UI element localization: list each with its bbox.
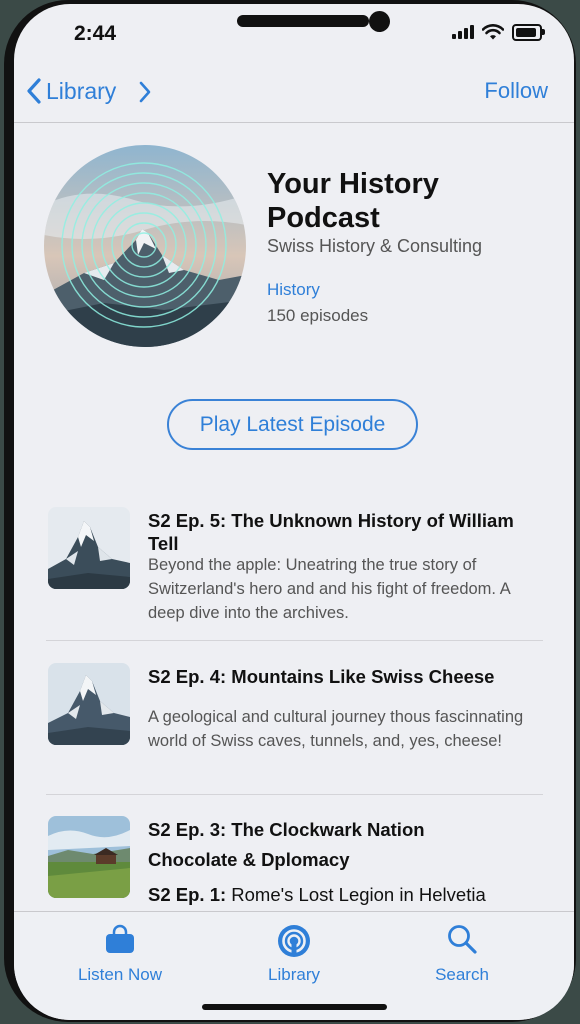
episode-title: S2 Ep. 3: The Clockwark Nation — [148, 819, 425, 840]
tab-label: Library — [268, 965, 320, 984]
home-indicator — [202, 1004, 387, 1010]
status-time: 2:44 — [74, 22, 117, 45]
episode-title: S2 Ep. 5: The Unknown History of William… — [148, 510, 514, 554]
status-bar: 2:44 — [14, 4, 574, 60]
episode-row[interactable]: S2 Ep. 3: The Clockwark Nation Chocolate… — [48, 816, 544, 911]
dynamic-island — [237, 15, 369, 27]
navigation-bar: Library Follow — [14, 60, 574, 123]
episode-title-partial: Chocolate & Dplomacy — [148, 849, 350, 870]
episode-thumbnail — [48, 507, 130, 589]
podcast-author[interactable]: Swiss History & Consulting — [267, 236, 482, 257]
podcast-artwork — [44, 145, 246, 347]
episode-count: 150 episodes — [267, 306, 369, 325]
divider — [46, 640, 543, 641]
follow-button[interactable]: Follow — [484, 78, 548, 104]
tab-library[interactable]: Library — [229, 924, 359, 985]
episode-title: S2 Ep. 4: Mountains Like Swiss Cheese — [148, 666, 495, 687]
episode-description: Beyond the apple: Uneatring the true sto… — [148, 556, 510, 622]
back-button-label: Library — [46, 77, 117, 104]
podcast-icon — [278, 925, 310, 957]
status-icons — [452, 23, 545, 41]
episode-title-partial-bold: S2 Ep. 1: — [148, 884, 227, 905]
episode-row[interactable]: S2 Ep. 4: Mountains Like Swiss Cheese A … — [48, 663, 544, 783]
episode-row[interactable]: S2 Ep. 5: The Unknown History of William… — [48, 507, 544, 627]
front-camera — [369, 11, 390, 32]
search-icon — [448, 925, 477, 954]
episode-title-partial-rest: Rome's Lost Legion in Helvetia — [226, 884, 486, 905]
battery-icon — [512, 23, 545, 41]
chevron-right-icon[interactable] — [138, 81, 152, 103]
divider — [46, 794, 543, 795]
chevron-left-icon — [27, 78, 41, 104]
phone-frame: 2:44 Library Follow Your History Podcast… — [4, 0, 576, 1022]
bag-icon — [106, 924, 134, 953]
screen: 2:44 Library Follow Your History Podcast… — [14, 4, 574, 1020]
podcast-title: Your History Podcast — [267, 168, 439, 234]
back-button[interactable]: Library — [26, 76, 116, 106]
tab-listen-now[interactable]: Listen Now — [55, 924, 185, 985]
tab-search[interactable]: Search — [397, 924, 527, 985]
episode-description: A geological and cultural journey thous … — [148, 708, 524, 750]
episode-thumbnail — [48, 663, 130, 745]
tab-label: Search — [435, 965, 489, 984]
podcast-category-link[interactable]: History — [267, 280, 320, 300]
cellular-signal-icon — [452, 25, 474, 39]
episode-thumbnail — [48, 816, 130, 898]
tab-label: Listen Now — [77, 965, 163, 984]
episode-title-partial: S2 Ep. 1: Rome's Lost Legion in Helvetia — [148, 883, 528, 906]
wifi-icon — [482, 24, 504, 40]
play-latest-episode-button[interactable]: Play Latest Episode — [167, 399, 418, 450]
